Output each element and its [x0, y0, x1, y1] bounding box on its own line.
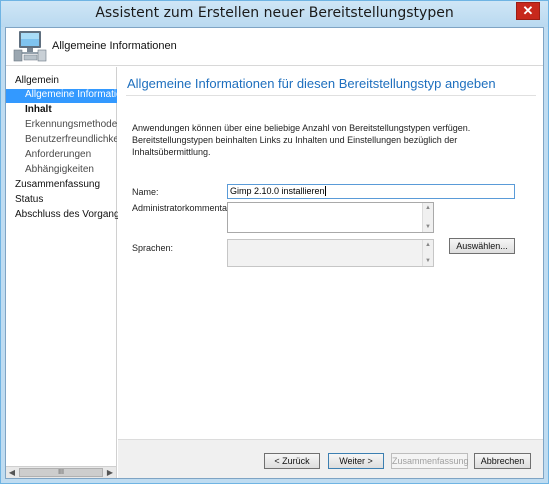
close-button[interactable]: ✕ [516, 2, 540, 20]
wizard-footer: < Zurück Weiter > Zusammenfassung Abbrec… [118, 439, 543, 478]
computer-icon [13, 31, 47, 62]
nav-item-abhaengigkeiten[interactable]: Abhängigkeiten [6, 164, 117, 178]
scroll-right-icon[interactable]: ▶ [104, 467, 116, 478]
description-text: Anwendungen können über eine beliebige A… [132, 123, 471, 157]
wizard-window: Assistent zum Erstellen neuer Bereitstel… [0, 0, 549, 484]
main-panel: Allgemeine Informationen für diesen Bere… [118, 67, 543, 439]
nav-item-benutzerfreundlichkeit[interactable]: Benutzerfreundlichkeit [6, 134, 117, 148]
nav-item-erkennungsmethode[interactable]: Erkennungsmethode [6, 119, 117, 133]
nav-item-allgemein[interactable]: Allgemein [15, 75, 126, 89]
nav-item-inhalt[interactable]: Inhalt [6, 104, 117, 118]
name-input-value: Gimp 2.10.0 installieren [230, 186, 325, 196]
admin-comments-label: Administratorkommentare: [132, 203, 238, 213]
summary-button: Zusammenfassung [391, 453, 469, 469]
back-button[interactable]: < Zurück [264, 453, 320, 469]
window-title: Assistent zum Erstellen neuer Bereitstel… [95, 5, 454, 21]
text-caret [324, 186, 326, 196]
next-button[interactable]: Weiter > [328, 453, 384, 469]
title-divider [126, 95, 536, 96]
wizard-header: Allgemeine Informationen [6, 28, 543, 66]
wizard-navigation: Allgemein Allgemeine Informatione Inhalt… [6, 67, 125, 478]
nav-item-anforderungen[interactable]: Anforderungen [6, 149, 117, 163]
wizard-client-area: Allgemeine Informationen Allgemein Allge… [5, 27, 544, 479]
header-title: Allgemeine Informationen [52, 40, 177, 52]
title-bar[interactable]: Assistent zum Erstellen neuer Bereitstel… [1, 1, 548, 27]
languages-scrollbar: ▲ ▼ [422, 240, 433, 266]
name-label: Name: [132, 187, 159, 197]
languages-list: ▲ ▼ [227, 239, 434, 267]
name-input[interactable]: Gimp 2.10.0 installieren [227, 184, 515, 199]
page-title: Allgemeine Informationen für diesen Bere… [127, 76, 496, 91]
scroll-up-icon[interactable]: ▲ [423, 203, 433, 213]
scroll-down-icon: ▼ [425, 258, 431, 264]
nav-item-status[interactable]: Status [15, 194, 126, 208]
scroll-up-icon: ▲ [425, 242, 431, 248]
admin-comments-scrollbar[interactable]: ▲ ▼ [422, 203, 433, 232]
nav-horizontal-scrollbar[interactable]: ◀ III ▶ [6, 466, 116, 478]
scroll-left-icon[interactable]: ◀ [6, 467, 18, 478]
nav-item-abschluss[interactable]: Abschluss des Vorgangs [15, 209, 126, 223]
admin-comments-textarea[interactable]: ▲ ▼ [227, 202, 434, 233]
languages-label: Sprachen: [132, 243, 174, 253]
nav-item-zusammenfassung[interactable]: Zusammenfassung [15, 179, 126, 193]
nav-item-allgemeine-informationen[interactable]: Allgemeine Informatione [6, 89, 117, 103]
select-languages-button[interactable]: Auswählen... [449, 238, 515, 254]
close-icon: ✕ [522, 3, 534, 18]
scroll-down-icon[interactable]: ▼ [423, 222, 433, 232]
scroll-thumb[interactable]: III [19, 468, 103, 477]
cancel-button[interactable]: Abbrechen [474, 453, 531, 469]
